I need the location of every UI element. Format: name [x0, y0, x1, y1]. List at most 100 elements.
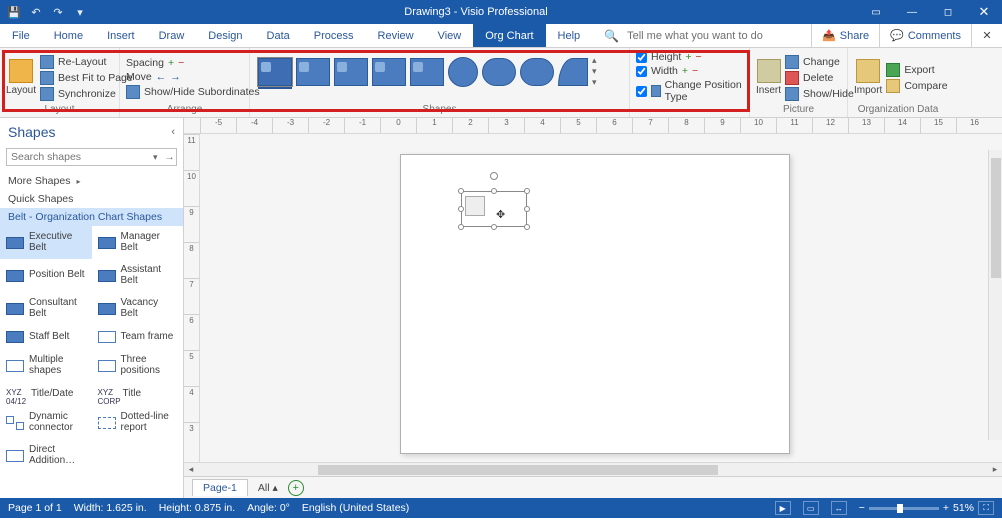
tab-review[interactable]: Review — [366, 24, 426, 47]
fit-window-icon[interactable]: ⛶ — [978, 501, 994, 515]
shape-direct-addition[interactable]: Direct Addition… — [0, 439, 92, 472]
tab-design[interactable]: Design — [196, 24, 254, 47]
quick-shapes-link[interactable]: Quick Shapes — [0, 190, 183, 208]
canvas[interactable]: ✥ — [200, 134, 1002, 476]
selected-shape[interactable]: ✥ — [461, 191, 527, 227]
undo-icon[interactable]: ↶ — [28, 4, 44, 20]
resize-handle[interactable] — [458, 206, 464, 212]
shapes-search[interactable]: ▾ → — [6, 148, 177, 166]
all-pages-dropdown[interactable]: All ▴ — [258, 482, 278, 494]
save-icon[interactable]: 💾 — [6, 4, 22, 20]
import-button[interactable]: Import — [854, 51, 882, 104]
shape-title-date[interactable]: XYZ04/12Title/Date — [0, 382, 92, 406]
resize-handle[interactable] — [524, 188, 530, 194]
shape-three-positions[interactable]: Three positions — [92, 349, 184, 382]
tab-process[interactable]: Process — [302, 24, 366, 47]
shape-dotted-line-report[interactable]: Dotted-line report — [92, 406, 184, 439]
shape-style-5[interactable] — [410, 58, 444, 86]
shape-style-7[interactable] — [482, 58, 516, 86]
close-child-icon[interactable]: ✕ — [972, 29, 1002, 42]
comments-button[interactable]: 💬Comments — [880, 24, 972, 48]
search-icon[interactable]: 🔍 — [604, 29, 619, 43]
shape-title[interactable]: XYZCORPTitle — [92, 382, 184, 406]
shape-style-8[interactable] — [520, 58, 554, 86]
fit-page-icon[interactable]: ▭ — [803, 501, 819, 515]
export-button[interactable]: Export — [886, 63, 947, 77]
resize-handle[interactable] — [458, 224, 464, 230]
change-position-type-option[interactable]: Change Position Type — [636, 79, 743, 103]
shape-manager-belt[interactable]: Manager Belt — [92, 226, 184, 259]
shape-style-9[interactable] — [558, 58, 588, 86]
shape-vacancy-belt[interactable]: Vacancy Belt — [92, 292, 184, 325]
synchronize-button[interactable]: Synchronize — [40, 87, 133, 101]
redo-icon[interactable]: ↷ — [50, 4, 66, 20]
zoom-in-button[interactable]: + — [943, 502, 949, 514]
rotate-handle-icon[interactable] — [490, 172, 498, 180]
tab-data[interactable]: Data — [255, 24, 302, 47]
shapes-category[interactable]: Belt - Organization Chart Shapes — [0, 208, 183, 226]
ribbon-options-icon[interactable]: ▭ — [858, 0, 894, 24]
tab-view[interactable]: View — [426, 24, 474, 47]
width-option[interactable]: Width + − — [636, 65, 743, 77]
resize-handle[interactable] — [491, 188, 497, 194]
shape-team-frame[interactable]: Team frame — [92, 325, 184, 349]
showhide-picture-button[interactable]: Show/Hide — [785, 87, 854, 101]
delete-picture-button[interactable]: Delete — [785, 71, 854, 85]
height-option[interactable]: Height + − — [636, 51, 743, 63]
more-shapes-link[interactable]: More Shapes▸ — [0, 172, 183, 190]
best-fit-button[interactable]: Best Fit to Page — [40, 71, 133, 85]
compare-button[interactable]: Compare — [886, 79, 947, 93]
search-go-icon[interactable]: → — [161, 152, 179, 163]
maximize-icon[interactable]: ◻ — [930, 0, 966, 24]
shape-style-1[interactable] — [258, 58, 292, 86]
insert-picture-button[interactable]: Insert — [756, 51, 781, 104]
zoom-level[interactable]: 51% — [953, 502, 974, 514]
shape-style-2[interactable] — [296, 58, 330, 86]
tab-insert[interactable]: Insert — [95, 24, 147, 47]
shapes-gallery-more[interactable]: ▴▾▾ — [592, 55, 606, 88]
qlcustomize-icon[interactable]: ▾ — [72, 4, 88, 20]
layout-button[interactable]: Layout — [6, 51, 36, 104]
shape-style-6[interactable] — [448, 57, 478, 87]
resize-handle[interactable] — [458, 188, 464, 194]
shape-style-4[interactable] — [372, 58, 406, 86]
share-button[interactable]: 📤Share — [811, 24, 880, 48]
shape-consultant-belt[interactable]: Consultant Belt — [0, 292, 92, 325]
tab-home[interactable]: Home — [42, 24, 95, 47]
resize-handle[interactable] — [524, 206, 530, 212]
shape-multiple-shapes[interactable]: Multiple shapes — [0, 349, 92, 382]
shape-executive-belt[interactable]: Executive Belt — [0, 226, 92, 259]
shape-dynamic-connector[interactable]: Dynamic connector — [0, 406, 92, 439]
spacing-button[interactable]: Spacing + − — [126, 57, 260, 69]
scrollbar-vertical[interactable] — [988, 150, 1002, 440]
fit-width-icon[interactable]: ↔ — [831, 501, 847, 515]
relayout-button[interactable]: Re-Layout — [40, 55, 133, 69]
presentation-mode-icon[interactable]: ▶ — [775, 501, 791, 515]
show-hide-subordinates-button[interactable]: Show/Hide Subordinates — [126, 85, 260, 99]
tab-draw[interactable]: Draw — [147, 24, 197, 47]
close-icon[interactable]: ✕ — [966, 0, 1002, 24]
tab-file[interactable]: File — [0, 24, 42, 47]
change-picture-button[interactable]: Change — [785, 55, 854, 69]
page-tab-1[interactable]: Page-1 — [192, 479, 248, 496]
status-language[interactable]: English (United States) — [302, 502, 409, 514]
drawing-page[interactable]: ✥ — [400, 154, 790, 454]
shape-assistant-belt[interactable]: Assistant Belt — [92, 259, 184, 292]
minimize-icon[interactable]: — — [894, 0, 930, 24]
shape-position-belt[interactable]: Position Belt — [0, 259, 92, 292]
scrollbar-horizontal[interactable]: ◂▸ — [184, 462, 1002, 476]
shape-style-3[interactable] — [334, 58, 368, 86]
zoom-out-button[interactable]: − — [859, 502, 865, 514]
search-dropdown-icon[interactable]: ▾ — [150, 152, 161, 163]
tab-org-chart[interactable]: Org Chart — [473, 24, 545, 47]
add-page-button[interactable]: + — [288, 480, 304, 496]
tab-help[interactable]: Help — [546, 24, 593, 47]
shape-staff-belt[interactable]: Staff Belt — [0, 325, 92, 349]
tell-me-input[interactable]: Tell me what you want to do — [627, 30, 763, 42]
move-button[interactable]: Move ← → — [126, 71, 260, 83]
resize-handle[interactable] — [491, 224, 497, 230]
resize-handle[interactable] — [524, 224, 530, 230]
shapes-collapse-icon[interactable]: ‹ — [171, 126, 175, 138]
search-input[interactable] — [7, 151, 150, 163]
zoom-slider[interactable] — [869, 507, 939, 510]
